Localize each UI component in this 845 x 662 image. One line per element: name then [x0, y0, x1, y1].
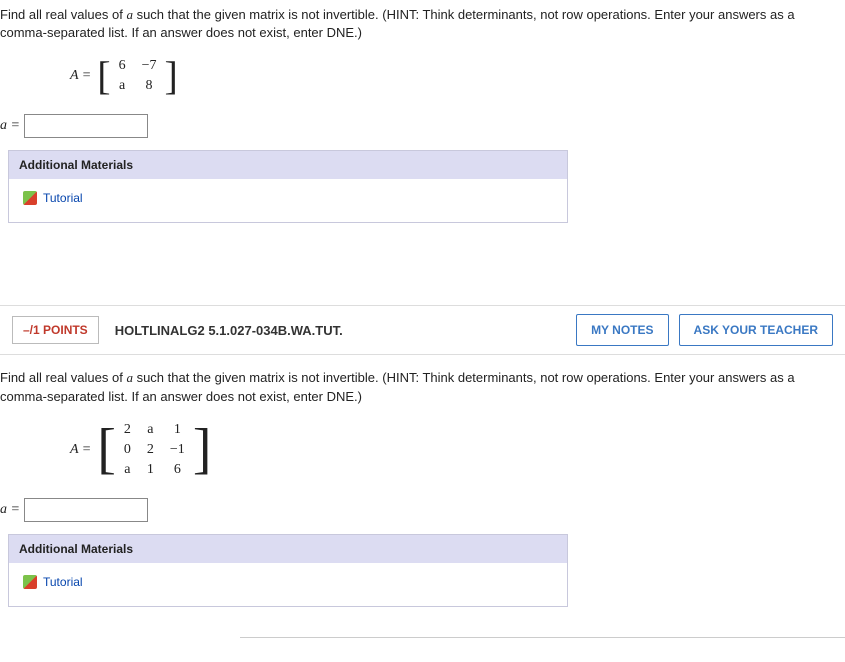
- materials-header-1: Additional Materials: [9, 151, 567, 179]
- m2-c: 2: [116, 420, 139, 440]
- m2-c: −1: [162, 440, 193, 460]
- prompt-pre-2: Find all real values of: [0, 370, 126, 385]
- bracket-left-icon: [: [97, 427, 116, 472]
- spacer: [0, 245, 845, 305]
- question-2-prompt: Find all real values of a such that the …: [0, 367, 845, 413]
- answer-var-2: a =: [0, 502, 20, 518]
- bracket-right-icon: ]: [193, 427, 212, 472]
- m2-c: 1: [139, 460, 162, 480]
- answer-row-2: a =: [0, 498, 845, 522]
- answer-input-2[interactable]: [24, 498, 148, 522]
- m1-c: a: [111, 76, 134, 96]
- m1-c: 8: [134, 76, 165, 96]
- question-2: Find all real values of a such that the …: [0, 355, 845, 628]
- matrix-1-body: 6 −7 a 8: [111, 56, 165, 96]
- m2-c: 2: [139, 440, 162, 460]
- my-notes-button[interactable]: MY NOTES: [576, 314, 668, 346]
- materials-body-1: Tutorial: [9, 179, 567, 222]
- topic-code: HOLTLINALG2 5.1.027-034B.WA.TUT.: [115, 323, 343, 338]
- prompt-pre: Find all real values of: [0, 7, 126, 22]
- matrix-1-label: A =: [70, 68, 91, 84]
- additional-materials-1: Additional Materials Tutorial: [8, 150, 568, 223]
- answer-row-1: a =: [0, 114, 845, 138]
- header-right: MY NOTES ASK YOUR TEACHER: [576, 314, 833, 346]
- ask-teacher-button[interactable]: ASK YOUR TEACHER: [679, 314, 833, 346]
- bracket-right-icon: ]: [164, 60, 177, 92]
- tutorial-label-1: Tutorial: [43, 191, 83, 205]
- tutorial-icon: [23, 575, 37, 589]
- m1-c: −7: [134, 56, 165, 76]
- m1-c: 6: [111, 56, 134, 76]
- points-badge: –/1 POINTS: [12, 316, 99, 344]
- tutorial-label-2: Tutorial: [43, 575, 83, 589]
- m2-c: 6: [162, 460, 193, 480]
- bracket-left-icon: [: [97, 60, 110, 92]
- tutorial-link-2[interactable]: Tutorial: [23, 575, 83, 589]
- tutorial-icon: [23, 191, 37, 205]
- question-1: Find all real values of a such that the …: [0, 0, 845, 245]
- matrix-1: A = [ 6 −7 a 8 ]: [70, 56, 845, 96]
- matrix-2: A = [ 2 a 1 0 2 −1 a 1 6: [70, 420, 845, 480]
- answer-input-1[interactable]: [24, 114, 148, 138]
- additional-materials-2: Additional Materials Tutorial: [8, 534, 568, 607]
- footer-divider: [240, 637, 845, 655]
- materials-body-2: Tutorial: [9, 563, 567, 606]
- materials-header-2: Additional Materials: [9, 535, 567, 563]
- answer-var-1: a =: [0, 118, 20, 134]
- question-2-header: –/1 POINTS HOLTLINALG2 5.1.027-034B.WA.T…: [0, 305, 845, 355]
- header-left: –/1 POINTS HOLTLINALG2 5.1.027-034B.WA.T…: [12, 316, 343, 344]
- m2-c: a: [116, 460, 139, 480]
- m2-c: a: [139, 420, 162, 440]
- question-1-prompt: Find all real values of a such that the …: [0, 4, 845, 50]
- matrix-2-body: 2 a 1 0 2 −1 a 1 6: [116, 420, 193, 480]
- tutorial-link-1[interactable]: Tutorial: [23, 191, 83, 205]
- m2-c: 0: [116, 440, 139, 460]
- m2-c: 1: [162, 420, 193, 440]
- matrix-2-label: A =: [70, 442, 91, 458]
